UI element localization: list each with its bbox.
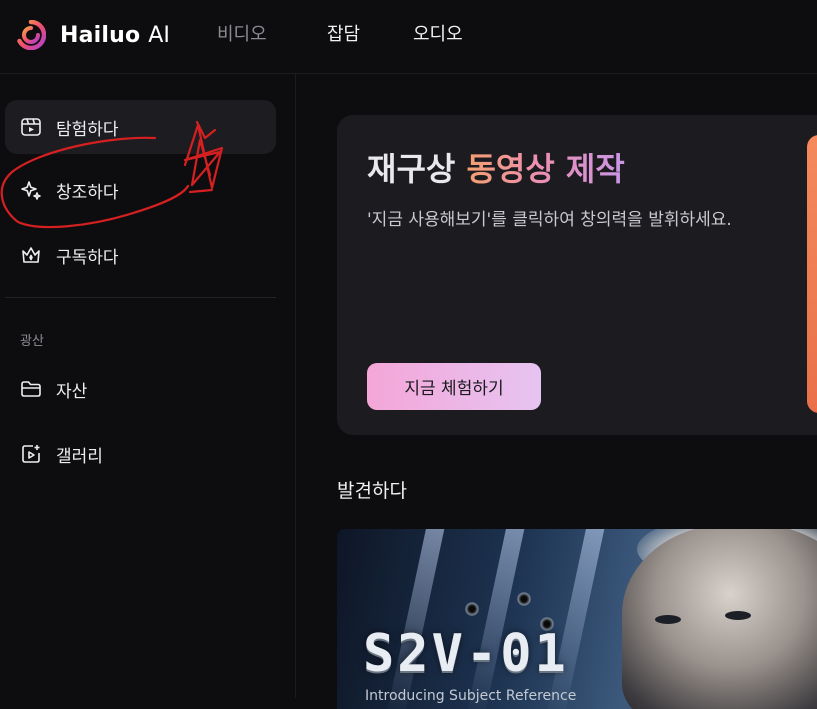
- hero-title: 재구상 동영상 제작: [367, 150, 625, 188]
- gallery-icon: [22, 445, 40, 463]
- sidebar-item-label: 창조하다: [56, 182, 119, 203]
- sidebar: 탐험하다 창조하다 구독하다 광산 자산 갤러리: [0, 74, 296, 698]
- sidebar-item-label: 구독하다: [56, 247, 119, 268]
- sidebar-item-explore[interactable]: 탐험하다: [5, 100, 276, 154]
- film-icon: [21, 118, 41, 136]
- top-bar: Hailuo AI 비디오 잡담 오디오: [0, 0, 817, 74]
- nav-video[interactable]: 비디오: [217, 20, 267, 46]
- folder-icon: [21, 381, 41, 397]
- sidebar-item-label: 갤러리: [56, 446, 103, 467]
- hero-title-highlight: 동영상 제작: [466, 150, 625, 188]
- sidebar-item-subscribe[interactable]: 구독하다: [5, 228, 276, 282]
- hero-banner: 재구상 동영상 제작 '지금 사용해보기'를 클릭하여 창의력을 발휘하세요. …: [337, 115, 817, 435]
- nav-audio[interactable]: 오디오: [413, 20, 463, 46]
- sidebar-item-label: 탐험하다: [56, 119, 119, 140]
- card-subtitle: Introducing Subject Reference: [365, 688, 577, 704]
- card-figure-eye: [655, 615, 681, 624]
- card-figure-eye: [725, 611, 751, 620]
- sparkles-icon: [21, 181, 41, 200]
- try-now-button[interactable]: 지금 체험하기: [367, 363, 541, 410]
- nav-chat[interactable]: 잡담: [327, 20, 360, 46]
- hailuo-logo-icon: [17, 20, 46, 50]
- logo-text: Hailuo AI: [60, 22, 171, 48]
- sidebar-divider: [5, 297, 276, 298]
- bullet-hole: [465, 602, 479, 616]
- bullet-hole: [517, 592, 531, 606]
- sidebar-item-create[interactable]: 창조하다: [5, 163, 276, 217]
- sidebar-item-assets[interactable]: 자산: [5, 362, 276, 416]
- sidebar-item-label: 자산: [56, 381, 88, 402]
- crown-icon: [22, 247, 40, 263]
- hero-description: '지금 사용해보기'를 클릭하여 창의력을 발휘하세요.: [367, 210, 732, 230]
- discover-heading: 발견하다: [337, 480, 407, 502]
- featured-video-card[interactable]: S2V-01 Introducing Subject Reference: [337, 529, 817, 709]
- card-figure: [622, 529, 817, 709]
- sidebar-item-gallery[interactable]: 갤러리: [5, 427, 276, 481]
- next-banner-preview[interactable]: [807, 135, 817, 413]
- logo[interactable]: Hailuo AI: [16, 19, 170, 51]
- sidebar-section-title: 광산: [20, 334, 44, 349]
- card-title: S2V-01: [363, 624, 569, 684]
